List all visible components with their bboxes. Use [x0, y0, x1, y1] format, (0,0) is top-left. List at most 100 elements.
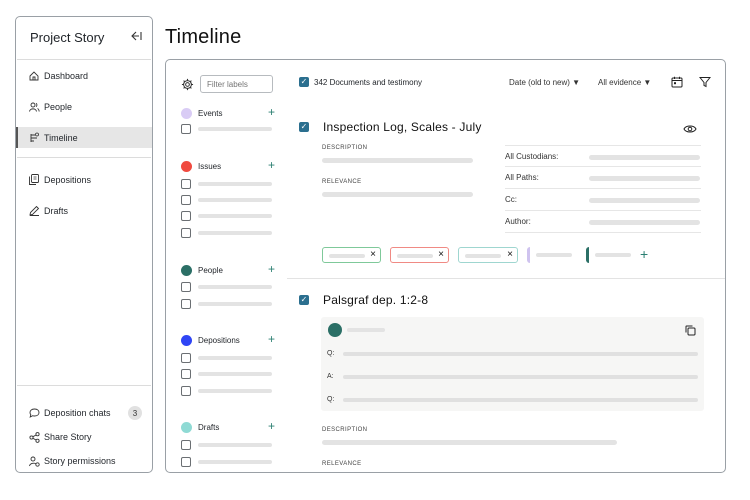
- list-item[interactable]: [181, 457, 273, 467]
- checkbox[interactable]: [181, 282, 191, 292]
- qa-text-placeholder: [343, 352, 698, 356]
- list-item[interactable]: [181, 282, 273, 292]
- placeholder-bar: [198, 182, 272, 186]
- label-chip[interactable]: ×: [458, 247, 518, 263]
- remove-chip-icon[interactable]: ×: [438, 249, 444, 260]
- card-title: Palsgraf dep. 1:2-8: [323, 293, 429, 307]
- list-item[interactable]: [181, 369, 273, 379]
- label-chip[interactable]: ×: [322, 247, 381, 263]
- category-events[interactable]: Events +: [181, 105, 277, 120]
- checkbox[interactable]: [181, 195, 191, 205]
- add-issue-plus-icon[interactable]: +: [268, 158, 275, 172]
- sort-dropdown[interactable]: Date (old to new) ▼: [509, 78, 580, 87]
- project-title: Project Story: [30, 30, 105, 45]
- sidebar-item-timeline[interactable]: Timeline: [16, 127, 152, 148]
- filter-funnel-icon[interactable]: [698, 76, 712, 88]
- list-item[interactable]: [181, 124, 273, 134]
- category-people[interactable]: People +: [181, 262, 277, 277]
- card-checkbox[interactable]: ✓: [299, 122, 309, 132]
- list-item[interactable]: [181, 386, 273, 396]
- meta-label: Cc:: [505, 195, 517, 204]
- gear-icon[interactable]: [181, 78, 195, 92]
- chat-icon: [28, 407, 40, 419]
- timeline-panel: Events + Issues + People + Depositions +: [165, 59, 726, 473]
- sidebar-item-share-story[interactable]: Share Story: [16, 425, 152, 449]
- sidebar-item-dashboard[interactable]: Dashboard: [16, 65, 152, 86]
- sort-label: Date (old to new): [509, 78, 570, 87]
- checkbox[interactable]: [181, 124, 191, 134]
- relevance-label: RELEVANCE: [322, 461, 362, 467]
- add-deposition-plus-icon[interactable]: +: [268, 332, 275, 346]
- meta-row-paths: All Paths:: [505, 167, 701, 189]
- add-person-plus-icon[interactable]: +: [268, 262, 275, 276]
- sidebar-item-drafts[interactable]: Drafts: [16, 200, 152, 221]
- list-item[interactable]: [181, 195, 273, 205]
- meta-label: Author:: [505, 217, 531, 226]
- label-chip[interactable]: [586, 247, 636, 263]
- placeholder-bar: [198, 127, 272, 131]
- remove-chip-icon[interactable]: ×: [507, 249, 513, 260]
- timeline-toolbar: ✓ 342 Documents and testimony Date (old …: [299, 76, 712, 91]
- card-checkbox[interactable]: ✓: [299, 295, 309, 305]
- meta-row-author: Author:: [505, 211, 701, 233]
- copy-icon[interactable]: [685, 323, 696, 341]
- description-label: DESCRIPTION: [322, 145, 368, 151]
- sidebar-item-depositions[interactable]: Depositions: [16, 169, 152, 190]
- meta-value-placeholder: [589, 220, 700, 225]
- list-item[interactable]: [181, 228, 273, 238]
- evidence-card-header[interactable]: ✓ Inspection Log, Scales - July: [299, 120, 482, 134]
- sidebar-item-story-permissions[interactable]: Story permissions: [16, 449, 152, 473]
- checkbox[interactable]: [181, 386, 191, 396]
- checkbox[interactable]: [181, 353, 191, 363]
- sidebar-item-label: Story permissions: [44, 456, 116, 466]
- checkbox[interactable]: [181, 457, 191, 467]
- label-chip[interactable]: ×: [390, 247, 449, 263]
- chip-text-placeholder: [397, 254, 433, 258]
- add-label-plus-icon[interactable]: +: [640, 246, 648, 262]
- list-item[interactable]: [181, 179, 273, 189]
- meta-label: All Custodians:: [505, 151, 559, 161]
- relevance-placeholder: [322, 192, 473, 197]
- eye-icon[interactable]: [683, 122, 697, 136]
- select-all[interactable]: ✓ 342 Documents and testimony: [299, 77, 422, 87]
- add-draft-plus-icon[interactable]: +: [268, 419, 275, 433]
- placeholder-bar: [198, 302, 272, 306]
- list-item[interactable]: [181, 211, 273, 221]
- filter-labels-input[interactable]: [200, 75, 273, 93]
- category-label: Events: [198, 108, 223, 118]
- checkbox[interactable]: [181, 440, 191, 450]
- sidebar: Project Story Dashboard People Timeline: [15, 16, 153, 473]
- chat-count-badge: 3: [128, 406, 142, 420]
- home-icon: [28, 70, 40, 82]
- category-drafts[interactable]: Drafts +: [181, 419, 277, 434]
- checkbox[interactable]: [181, 179, 191, 189]
- collapse-left-icon[interactable]: [130, 30, 142, 44]
- placeholder-bar: [198, 389, 272, 393]
- meta-row-cc: Cc:: [505, 189, 701, 211]
- relevance-label: RELEVANCE: [322, 179, 362, 185]
- sidebar-item-deposition-chats[interactable]: Deposition chats 3: [16, 401, 152, 425]
- category-depositions[interactable]: Depositions +: [181, 332, 277, 347]
- placeholder-bar: [198, 198, 272, 202]
- list-item[interactable]: [181, 353, 273, 363]
- checkbox[interactable]: [181, 369, 191, 379]
- calendar-icon[interactable]: [671, 76, 683, 88]
- evidence-card-header[interactable]: ✓ Palsgraf dep. 1:2-8: [299, 293, 428, 307]
- sidebar-nav: Dashboard People Timeline: [16, 65, 152, 148]
- list-item[interactable]: [181, 440, 273, 450]
- add-event-plus-icon[interactable]: +: [268, 105, 275, 119]
- list-item[interactable]: [181, 299, 273, 309]
- checkbox[interactable]: [181, 211, 191, 221]
- sidebar-item-people[interactable]: People: [16, 96, 152, 117]
- category-issues[interactable]: Issues +: [181, 158, 277, 173]
- remove-chip-icon[interactable]: ×: [370, 249, 376, 260]
- evidence-dropdown[interactable]: All evidence ▼: [598, 78, 651, 87]
- checkbox[interactable]: [181, 299, 191, 309]
- label-chip[interactable]: [527, 247, 577, 263]
- checkbox[interactable]: [181, 228, 191, 238]
- description-label: DESCRIPTION: [322, 427, 368, 433]
- select-all-checkbox[interactable]: ✓: [299, 77, 309, 87]
- sidebar-nav-secondary: Depositions Drafts: [16, 169, 152, 221]
- qa-prefix: A:: [327, 373, 334, 380]
- divider: [17, 157, 151, 158]
